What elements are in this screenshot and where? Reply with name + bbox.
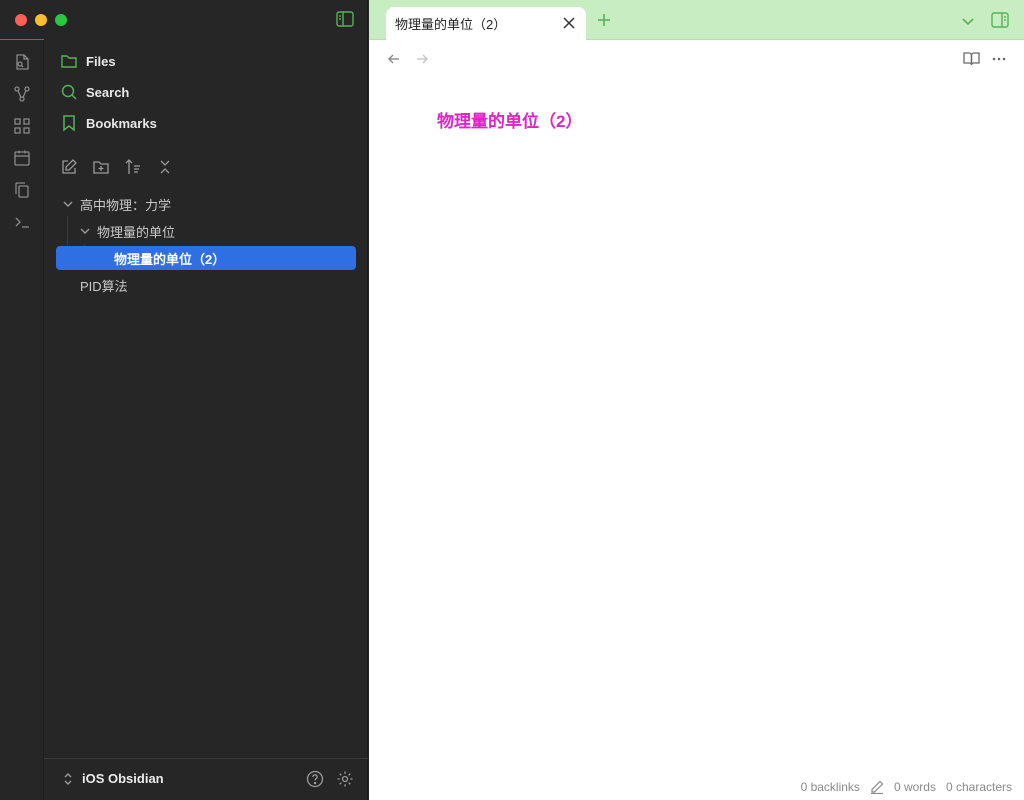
bookmark-icon xyxy=(63,115,75,132)
folder-icon xyxy=(61,55,77,68)
plus-icon[interactable] xyxy=(596,12,612,28)
ribbon xyxy=(0,40,44,800)
tab-bar: 物理量的单位（2） xyxy=(369,0,1024,40)
more-horizontal-icon[interactable] xyxy=(991,51,1007,67)
file-navigation-panel: Files Search Bookmarks 高中物理：力学 物理量的单位 物理… xyxy=(44,40,368,800)
tree-file-pid[interactable]: PID算法 xyxy=(80,273,128,297)
nav-search-label: Search xyxy=(86,84,130,100)
right-sidebar-toggle-icon[interactable] xyxy=(991,12,1009,28)
close-window-button[interactable] xyxy=(15,14,27,26)
collapse-icon xyxy=(160,160,170,174)
search-icon xyxy=(61,84,77,100)
tree-folder-label: 高中物理：力学 xyxy=(80,197,172,213)
new-note-button[interactable] xyxy=(60,158,78,176)
sidebar-toggle-icon[interactable] xyxy=(336,11,354,27)
file-explorer-toolbar xyxy=(60,158,174,176)
chevron-updown-icon xyxy=(64,772,72,785)
left-sidebar: Files Search Bookmarks 高中物理：力学 物理量的单位 物理… xyxy=(0,0,368,800)
minimize-window-button[interactable] xyxy=(35,14,47,26)
vault-switcher[interactable]: iOS Obsidian xyxy=(62,771,164,786)
chevron-down-icon xyxy=(63,201,73,207)
arrow-left-icon[interactable] xyxy=(387,52,401,66)
chevron-down-icon xyxy=(80,228,90,234)
terminal-icon[interactable] xyxy=(12,212,32,232)
nav-bookmarks[interactable]: Bookmarks xyxy=(60,111,157,135)
calendar-icon[interactable] xyxy=(12,148,32,168)
tree-file-active-label: 物理量的单位（2） xyxy=(114,251,226,267)
word-count: 0 words xyxy=(893,780,936,794)
status-bar: 0 backlinks 0 words 0 characters xyxy=(801,780,1012,794)
nav-bookmarks-label: Bookmarks xyxy=(86,115,157,131)
folder-plus-icon xyxy=(93,161,109,174)
copy-icon[interactable] xyxy=(12,180,32,200)
sort-icon xyxy=(125,159,140,174)
tab-title: 物理量的单位（2） xyxy=(395,17,507,32)
tree-file-pid-label: PID算法 xyxy=(80,278,128,294)
vault-name: iOS Obsidian xyxy=(82,771,164,786)
maximize-window-button[interactable] xyxy=(55,14,67,26)
tree-subfolder-units[interactable]: 物理量的单位 xyxy=(79,219,175,243)
character-count: 0 characters xyxy=(945,780,1012,794)
help-icon[interactable] xyxy=(306,770,324,788)
note-heading[interactable]: 物理量的单位（2） xyxy=(437,107,582,132)
file-search-icon[interactable] xyxy=(12,52,32,72)
close-icon[interactable] xyxy=(562,16,576,30)
graph-icon[interactable] xyxy=(12,84,32,104)
editor-area: 物理量的单位（2） 物理量的单位（2） 0 backlinks 0 words … xyxy=(369,0,1024,800)
tree-folder-mechanics[interactable]: 高中物理：力学 xyxy=(62,192,171,216)
arrow-right-icon[interactable] xyxy=(415,52,429,66)
new-folder-button[interactable] xyxy=(92,158,110,176)
book-open-icon[interactable] xyxy=(963,51,980,66)
backlinks-count[interactable]: 0 backlinks xyxy=(801,780,860,794)
tree-subfolder-label: 物理量的单位 xyxy=(97,224,176,240)
nav-search[interactable]: Search xyxy=(60,80,129,104)
tree-file-active[interactable]: 物理量的单位（2） xyxy=(56,246,356,270)
chevron-down-icon[interactable] xyxy=(961,14,975,28)
grid-icon[interactable] xyxy=(12,116,32,136)
pencil-icon[interactable] xyxy=(870,780,884,794)
vault-bar: iOS Obsidian xyxy=(44,758,368,800)
nav-files-label: Files xyxy=(86,53,116,69)
gear-icon[interactable] xyxy=(336,770,354,788)
collapse-all-button[interactable] xyxy=(156,158,174,176)
edit-icon xyxy=(62,159,77,174)
window-controls xyxy=(15,14,67,26)
nav-files[interactable]: Files xyxy=(60,49,116,73)
sort-button[interactable] xyxy=(124,158,142,176)
tab-active-note[interactable]: 物理量的单位（2） xyxy=(386,7,586,40)
